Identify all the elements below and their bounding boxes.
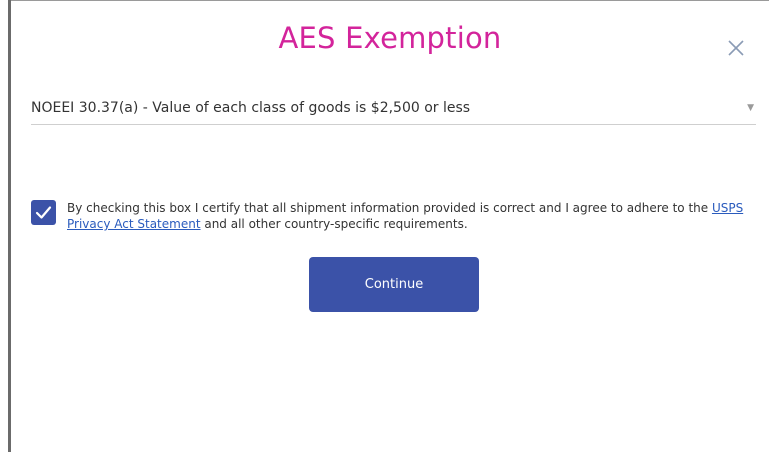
window: AES Exemption NOEEI 30.37(a) - Value of …	[0, 0, 769, 452]
close-icon[interactable]	[725, 37, 747, 59]
certification-text-after: and all other country-specific requireme…	[200, 217, 468, 231]
exemption-select[interactable]: NOEEI 30.37(a) - Value of each class of …	[31, 91, 756, 125]
continue-button[interactable]: Continue	[309, 257, 479, 312]
certification-text-before: By checking this box I certify that all …	[67, 201, 712, 215]
chevron-down-icon: ▼	[747, 103, 754, 113]
certify-checkbox[interactable]	[31, 200, 56, 225]
checkmark-icon	[35, 206, 52, 219]
aes-exemption-dialog: AES Exemption NOEEI 30.37(a) - Value of …	[11, 1, 769, 452]
dialog-title: AES Exemption	[278, 21, 502, 55]
certification-text: By checking this box I certify that all …	[67, 200, 757, 232]
certification-row: By checking this box I certify that all …	[31, 197, 761, 237]
exemption-select-value: NOEEI 30.37(a) - Value of each class of …	[31, 100, 471, 116]
